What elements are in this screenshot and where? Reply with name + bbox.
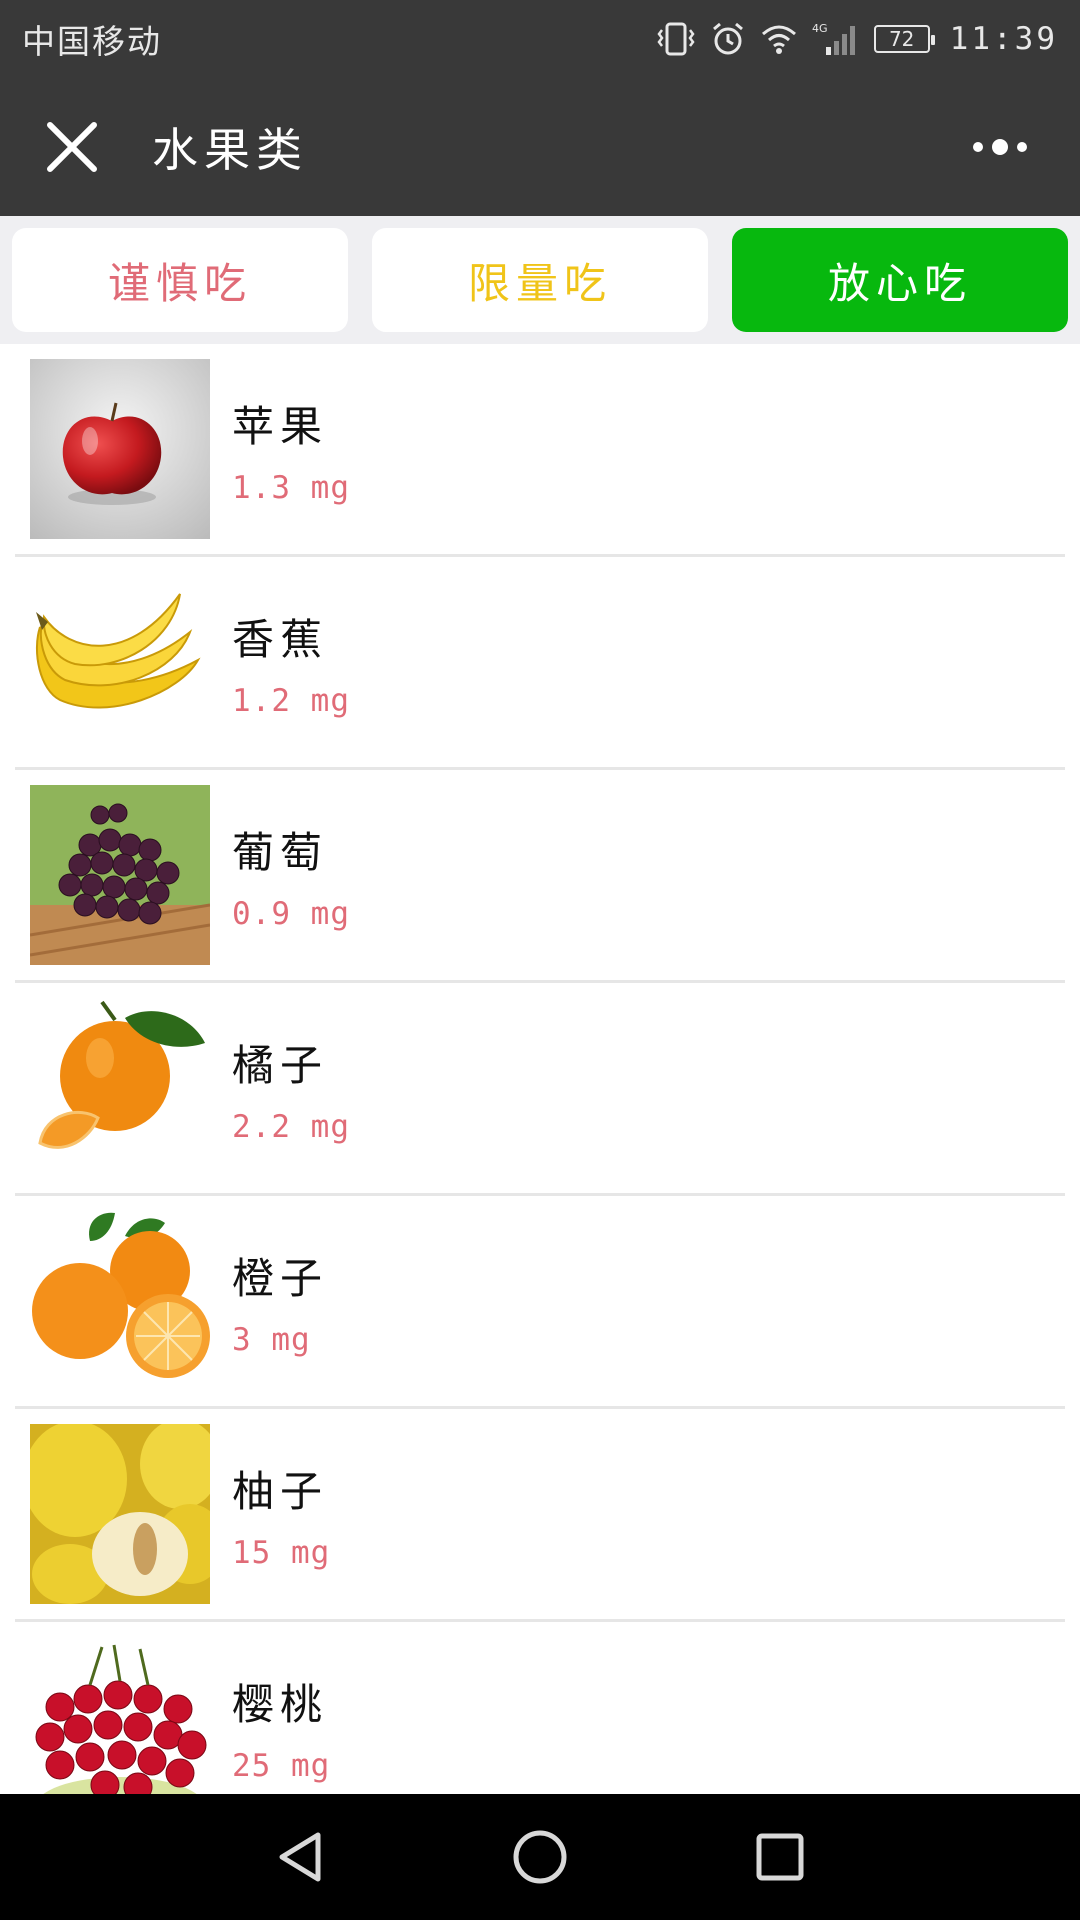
orange-image <box>30 1211 210 1391</box>
item-name: 苹果 <box>232 401 329 451</box>
item-text: 樱桃 25 mg <box>232 1671 330 1784</box>
item-text: 葡萄 0.9 mg <box>232 819 350 932</box>
list-item[interactable]: 橙子 3 mg <box>15 1196 1065 1409</box>
clock: 11:39 <box>949 21 1058 57</box>
wifi-icon <box>760 23 798 55</box>
item-name: 橙子 <box>232 1253 329 1303</box>
network-type-label: 4G <box>812 22 828 35</box>
back-button[interactable] <box>255 1812 345 1902</box>
tab-limited[interactable]: 限量吃 <box>372 228 708 332</box>
carrier-name: 中国移动 <box>22 22 162 61</box>
banana-image <box>30 572 210 752</box>
system-nav-bar <box>0 1794 1080 1920</box>
battery-indicator: 72 <box>873 25 935 53</box>
vibrate-icon <box>656 22 696 56</box>
grapes-image <box>30 785 210 965</box>
item-text: 苹果 1.3 mg <box>232 393 350 506</box>
item-text: 香蕉 1.2 mg <box>232 606 350 719</box>
item-value: 25 mg <box>232 1747 331 1784</box>
item-text: 柚子 15 mg <box>232 1458 330 1571</box>
recents-square-icon <box>756 1833 804 1881</box>
pomelo-image <box>30 1424 210 1604</box>
list-item[interactable]: 橘子 2.2 mg <box>15 983 1065 1196</box>
back-triangle-icon <box>279 1832 321 1882</box>
tangerine-image <box>30 998 210 1178</box>
title-bar: 水果类 <box>0 78 1080 216</box>
list-item[interactable]: 苹果 1.3 mg <box>15 344 1065 557</box>
tab-careful[interactable]: 谨慎吃 <box>12 228 348 332</box>
apple-image <box>30 359 210 539</box>
page-title: 水果类 <box>152 123 308 177</box>
list-item[interactable]: 香蕉 1.2 mg <box>15 557 1065 770</box>
item-text: 橘子 2.2 mg <box>232 1032 350 1145</box>
fruit-list[interactable]: 苹果 1.3 mg 香蕉 1.2 mg 葡萄 0.9 mg 橘子 2.2 mg … <box>0 344 1080 1794</box>
more-icon <box>973 142 983 152</box>
list-item[interactable]: 柚子 15 mg <box>15 1409 1065 1622</box>
list-item[interactable]: 樱桃 25 mg <box>15 1622 1065 1794</box>
more-icon-center-dot <box>992 139 1008 155</box>
item-value: 1.3 mg <box>232 469 350 506</box>
item-value: 0.9 mg <box>232 895 350 932</box>
item-value: 2.2 mg <box>232 1108 350 1145</box>
more-icon-right-dot <box>1017 142 1027 152</box>
home-button[interactable] <box>495 1812 585 1902</box>
home-circle-icon <box>513 1830 567 1884</box>
item-name: 柚子 <box>232 1466 329 1516</box>
category-tabs: 谨慎吃 限量吃 放心吃 <box>0 216 1080 344</box>
item-name: 葡萄 <box>232 827 329 877</box>
more-button[interactable] <box>964 120 1036 174</box>
item-value: 15 mg <box>232 1534 331 1571</box>
close-button[interactable] <box>36 111 108 183</box>
item-name: 橘子 <box>232 1040 329 1090</box>
item-text: 橙子 3 mg <box>232 1245 328 1358</box>
alarm-icon <box>710 21 746 57</box>
signal-icon: 4G <box>812 21 860 57</box>
cherry-image <box>30 1637 210 1794</box>
item-name: 香蕉 <box>232 614 329 664</box>
item-value: 3 mg <box>232 1321 311 1358</box>
tab-safe[interactable]: 放心吃 <box>732 228 1068 332</box>
recents-button[interactable] <box>735 1812 825 1902</box>
item-name: 樱桃 <box>232 1679 329 1729</box>
list-item[interactable]: 葡萄 0.9 mg <box>15 770 1065 983</box>
item-value: 1.2 mg <box>232 682 350 719</box>
status-bar: 中国移动 4G 72 11:39 <box>0 0 1080 78</box>
close-icon <box>47 122 97 172</box>
status-icons: 4G 72 11:39 <box>656 21 1058 57</box>
